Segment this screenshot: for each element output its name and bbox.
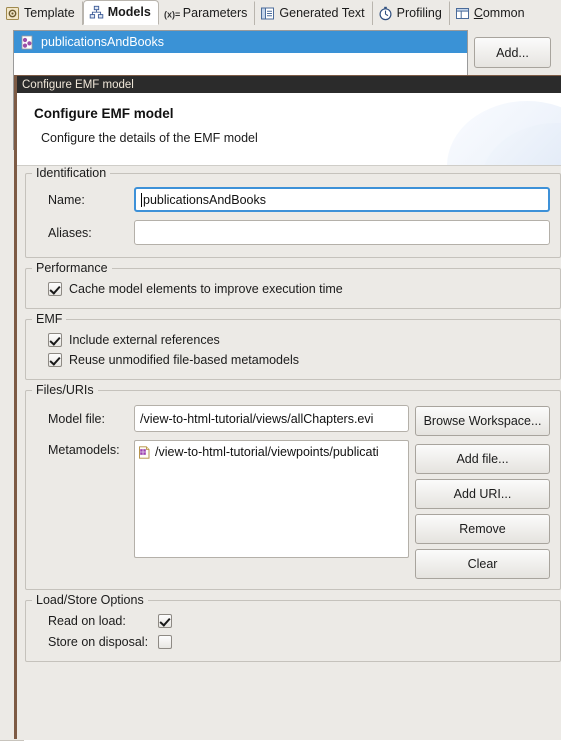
ecore-file-icon bbox=[138, 445, 151, 459]
launch-config-tabs: Template Models (x)= Parameters Generate… bbox=[0, 0, 561, 25]
configure-emf-model-dialog: Configure EMF model Configure EMF model … bbox=[14, 75, 561, 739]
load-store-options-group-title: Load/Store Options bbox=[32, 593, 148, 607]
parameters-icon: (x)= bbox=[164, 6, 180, 21]
tab-common[interactable]: Common bbox=[449, 1, 532, 25]
cache-model-elements-label: Cache model elements to improve executio… bbox=[69, 282, 343, 296]
remove-button[interactable]: Remove bbox=[415, 514, 550, 544]
aliases-label: Aliases: bbox=[48, 225, 92, 240]
dialog-subtitle: Configure the details of the EMF model bbox=[41, 131, 258, 145]
identification-group-title: Identification bbox=[32, 166, 111, 180]
common-icon bbox=[455, 6, 470, 21]
reuse-metamodels-checkbox[interactable] bbox=[48, 353, 62, 367]
name-row: Name: publicationsAndBooks bbox=[36, 187, 550, 212]
generated-text-icon bbox=[260, 6, 275, 21]
tab-template-label: Template bbox=[24, 6, 75, 21]
model-file-row: Model file: /view-to-html-tutorial/views… bbox=[36, 405, 409, 432]
tab-profiling-label: Profiling bbox=[396, 6, 442, 21]
tab-common-label: Common bbox=[474, 7, 525, 20]
load-store-options-group: Load/Store Options Read on load: Store o… bbox=[25, 593, 561, 662]
tab-generated-text-label: Generated Text bbox=[279, 6, 365, 21]
files-uris-group: Files/URIs Model file: /view-to-html-tut… bbox=[25, 383, 561, 590]
include-external-references-row[interactable]: Include external references bbox=[36, 333, 550, 347]
tab-generated-text[interactable]: Generated Text bbox=[255, 1, 373, 25]
files-uris-layout: Model file: /view-to-html-tutorial/views… bbox=[36, 405, 550, 579]
add-uri-button[interactable]: Add URI... bbox=[415, 479, 550, 509]
model-file-label: Model file: bbox=[48, 411, 105, 426]
metamodels-label: Metamodels: bbox=[48, 443, 120, 457]
template-icon bbox=[5, 6, 20, 21]
model-file-input-value: /view-to-html-tutorial/views/allChapters… bbox=[140, 411, 374, 426]
dialog-titlebar: Configure EMF model bbox=[17, 76, 561, 93]
name-input[interactable]: publicationsAndBooks bbox=[134, 187, 550, 212]
list-item[interactable]: publicationsAndBooks bbox=[14, 31, 467, 53]
dialog-title: Configure EMF model bbox=[34, 106, 174, 121]
reuse-metamodels-label: Reuse unmodified file-based metamodels bbox=[69, 353, 299, 367]
name-input-value: publicationsAndBooks bbox=[143, 192, 266, 207]
tab-common-mnemonic: C bbox=[473, 6, 483, 21]
read-on-load-row: Read on load: bbox=[36, 614, 550, 628]
add-model-button[interactable]: Add... bbox=[474, 37, 551, 68]
files-uris-group-title: Files/URIs bbox=[32, 383, 98, 397]
tab-parameters-label: Parameters bbox=[182, 6, 248, 21]
dialog-banner: Configure EMF model Configure the detail… bbox=[17, 93, 561, 166]
list-item-label: publicationsAndBooks bbox=[41, 35, 164, 49]
files-buttons-column: Browse Workspace... Add file... Add URI.… bbox=[415, 405, 550, 579]
browse-workspace-button[interactable]: Browse Workspace... bbox=[415, 406, 550, 436]
include-external-references-checkbox[interactable] bbox=[48, 333, 62, 347]
tab-parameters[interactable]: (x)= Parameters bbox=[158, 1, 256, 25]
files-left-column: Model file: /view-to-html-tutorial/views… bbox=[36, 405, 409, 579]
name-label: Name: bbox=[48, 192, 85, 207]
metamodels-list[interactable]: /view-to-html-tutorial/viewpoints/public… bbox=[134, 440, 409, 558]
list-item[interactable]: /view-to-html-tutorial/viewpoints/public… bbox=[135, 443, 408, 461]
include-external-references-label: Include external references bbox=[69, 333, 220, 347]
cache-model-elements-checkbox[interactable] bbox=[48, 282, 62, 296]
tab-models-label: Models bbox=[107, 5, 151, 20]
read-on-load-label: Read on load: bbox=[48, 614, 126, 628]
store-on-disposal-label: Store on disposal: bbox=[48, 635, 149, 649]
metamodel-path-label: /view-to-html-tutorial/viewpoints/public… bbox=[155, 445, 379, 459]
identification-group: Identification Name: publicationsAndBook… bbox=[25, 166, 561, 258]
model-icon bbox=[20, 35, 35, 50]
aliases-input[interactable] bbox=[134, 220, 550, 245]
emf-group: EMF Include external references Reuse un… bbox=[25, 312, 561, 380]
emf-group-title: EMF bbox=[32, 312, 67, 326]
dialog-titlebar-label: Configure EMF model bbox=[22, 78, 134, 91]
store-on-disposal-row: Store on disposal: bbox=[36, 635, 550, 649]
performance-group: Performance Cache model elements to impr… bbox=[25, 261, 561, 309]
tab-profiling[interactable]: Profiling bbox=[372, 1, 450, 25]
clear-button[interactable]: Clear bbox=[415, 549, 550, 579]
tab-template[interactable]: Template bbox=[0, 1, 83, 25]
model-file-input[interactable]: /view-to-html-tutorial/views/allChapters… bbox=[134, 405, 409, 432]
metamodels-row: Metamodels: /view-to-html-tutorial/viewp… bbox=[36, 440, 409, 558]
profiling-icon bbox=[378, 6, 393, 21]
add-file-button[interactable]: Add file... bbox=[415, 444, 550, 474]
dialog-body: Identification Name: publicationsAndBook… bbox=[17, 166, 561, 739]
read-on-load-checkbox[interactable] bbox=[158, 614, 172, 628]
tab-common-rest: ommon bbox=[482, 6, 525, 21]
svg-text:(x)=: (x)= bbox=[164, 10, 180, 20]
aliases-row: Aliases: bbox=[36, 220, 550, 245]
text-caret bbox=[141, 192, 142, 207]
tab-models[interactable]: Models bbox=[82, 0, 159, 25]
cache-model-elements-row[interactable]: Cache model elements to improve executio… bbox=[36, 282, 550, 296]
reuse-metamodels-row[interactable]: Reuse unmodified file-based metamodels bbox=[36, 353, 550, 367]
performance-group-title: Performance bbox=[32, 261, 112, 275]
models-icon bbox=[89, 5, 104, 20]
store-on-disposal-checkbox[interactable] bbox=[158, 635, 172, 649]
